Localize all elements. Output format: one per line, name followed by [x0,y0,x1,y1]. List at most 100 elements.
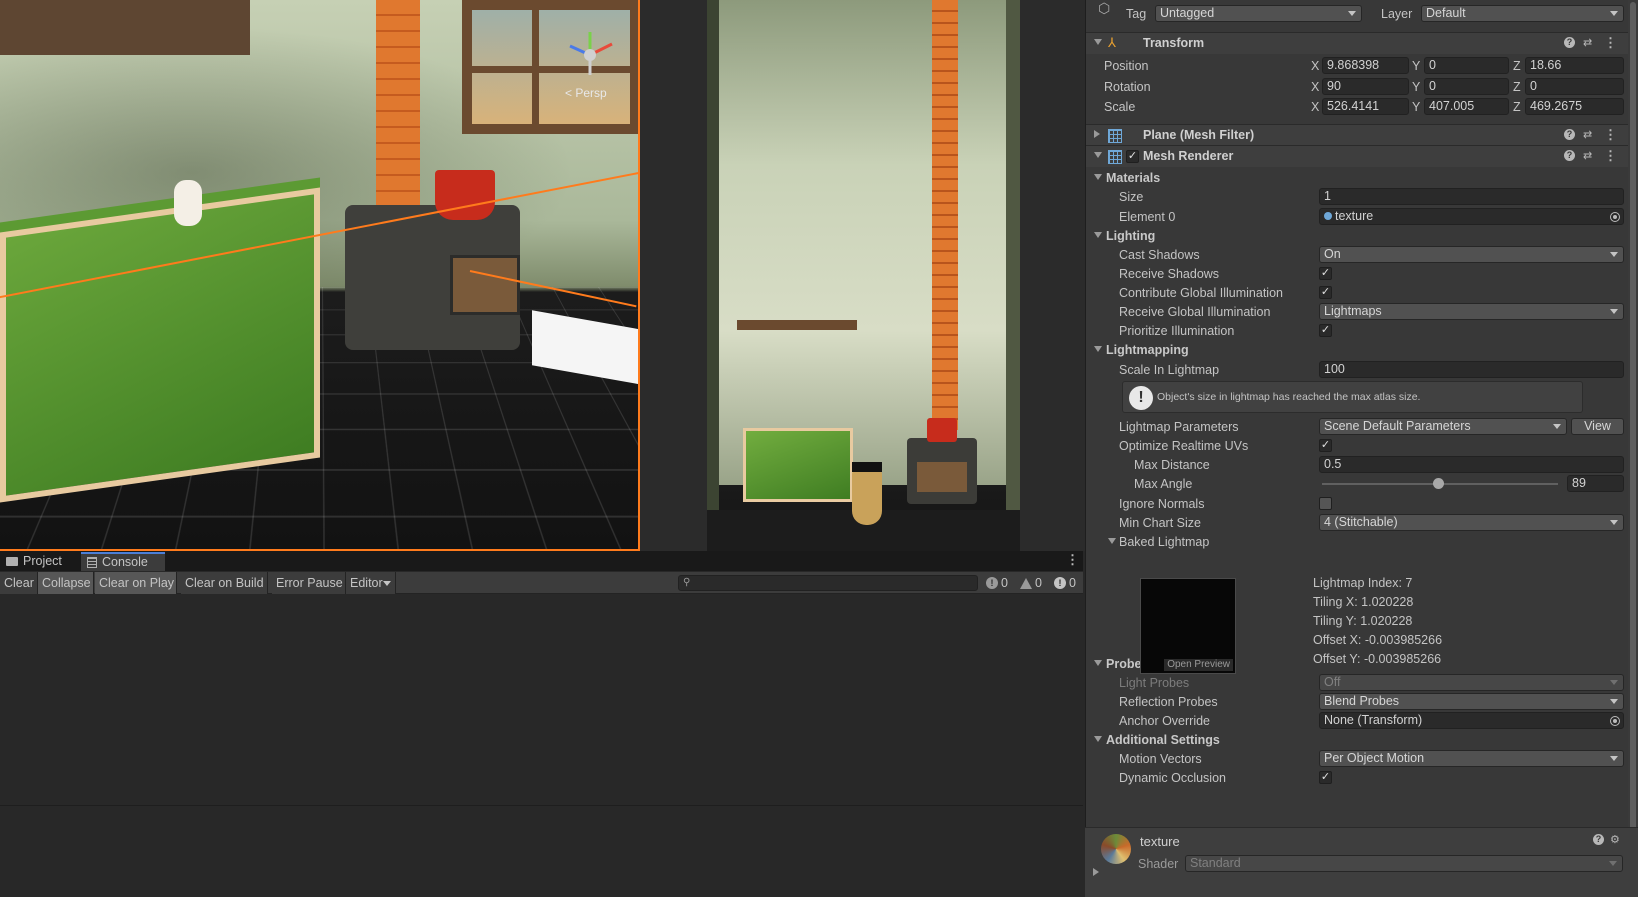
clear-on-play-toggle[interactable]: Clear on Play [95,572,177,594]
info-count-toggle[interactable]: ! 0 [986,572,1008,594]
slider-thumb[interactable] [1433,478,1444,489]
tab-project[interactable]: Project [0,552,78,571]
foldout-arrow-icon[interactable] [1094,39,1102,45]
mesh-renderer-header[interactable]: ✓ Mesh Renderer ? ⇄ ⋮ [1086,145,1638,167]
reflection-probes-dropdown[interactable]: Blend Probes [1319,693,1624,710]
additional-settings-foldout[interactable]: Additional Settings [1086,730,1638,750]
cast-shadows-dropdown[interactable]: On [1319,246,1624,263]
console-detail-area[interactable] [0,806,1083,897]
axis-y-label[interactable]: Y [1412,77,1420,97]
clear-button[interactable]: Clear [0,572,38,594]
baked-lightmap-foldout[interactable]: Baked Lightmap [1086,532,1638,552]
scale-in-lightmap-field[interactable]: 100 [1319,361,1624,378]
console-search-input[interactable] [695,576,975,590]
lighting-foldout[interactable]: Lighting [1086,226,1638,246]
axis-y-label[interactable]: Y [1412,56,1420,76]
foldout-arrow-icon[interactable] [1094,130,1100,138]
position-z-field[interactable]: 18.66 [1525,57,1624,74]
clear-on-build-toggle[interactable]: Clear on Build [181,572,268,594]
lightmap-parameters-view-button[interactable]: View [1571,418,1624,435]
contribute-gi-checkbox[interactable]: ✓ [1319,286,1332,299]
rotation-y-field[interactable]: 0 [1424,78,1509,95]
material-header[interactable]: texture Shader Standard ? ⚙ [1085,827,1638,897]
axis-x-label[interactable]: X [1311,77,1319,97]
console-log-area[interactable] [0,595,1083,805]
help-icon[interactable]: ? [1593,834,1604,845]
axis-z-label[interactable]: Z [1513,77,1521,97]
error-count-toggle[interactable]: ! 0 [1054,572,1076,594]
axis-y-label[interactable]: Y [1412,97,1420,117]
element0-object-field[interactable]: texture [1319,208,1624,225]
panel-menu-icon[interactable]: ⋮ [1066,552,1079,568]
motion-vectors-dropdown[interactable]: Per Object Motion [1319,750,1624,767]
scale-y-field[interactable]: 407.005 [1424,98,1509,115]
foldout-arrow-icon[interactable] [1094,174,1102,180]
game-view[interactable] [707,0,1020,551]
component-menu-icon[interactable]: ⋮ [1604,148,1617,164]
min-chart-size-dropdown[interactable]: 4 (Stitchable) [1319,514,1624,531]
axis-x-label[interactable]: X [1311,56,1319,76]
help-icon[interactable]: ? [1564,37,1575,48]
console-search-field[interactable]: ⚲ [678,575,978,591]
max-angle-field[interactable]: 89 [1567,475,1624,492]
warning-count-toggle[interactable]: 0 [1020,572,1042,594]
scene-view[interactable]: < Persp [0,0,640,551]
scrollbar-thumb[interactable] [1630,2,1636,842]
baked-lightmap-preview[interactable]: Open Preview [1140,578,1236,674]
inspector-scrollbar[interactable] [1628,0,1638,897]
anchor-override-field[interactable]: None (Transform) [1319,712,1624,729]
axis-x-label[interactable]: X [1311,97,1319,117]
foldout-arrow-icon[interactable] [1108,538,1116,544]
receive-gi-dropdown[interactable]: Lightmaps [1319,303,1624,320]
axis-z-label[interactable]: Z [1513,97,1521,117]
position-y-field[interactable]: 0 [1424,57,1509,74]
camera-mode-label[interactable]: < Persp [565,86,607,100]
prioritize-illumination-checkbox[interactable]: ✓ [1319,324,1332,337]
optimize-realtime-uvs-checkbox[interactable]: ✓ [1319,439,1332,452]
foldout-arrow-icon[interactable] [1093,868,1099,876]
tag-dropdown[interactable]: Untagged [1155,5,1362,22]
position-x-field[interactable]: 9.868398 [1322,57,1409,74]
preset-icon[interactable]: ⇄ [1583,149,1592,162]
component-menu-icon[interactable]: ⋮ [1604,35,1617,51]
editor-dropdown[interactable]: Editor [346,572,396,594]
component-menu-icon[interactable]: ⋮ [1604,127,1617,143]
mesh-filter-header[interactable]: Plane (Mesh Filter) ? ⇄ ⋮ [1086,124,1638,146]
materials-foldout[interactable]: Materials [1086,168,1638,188]
preset-icon[interactable]: ⇄ [1583,36,1592,49]
max-distance-field[interactable]: 0.5 [1319,456,1624,473]
object-picker-icon[interactable] [1610,716,1620,726]
help-icon[interactable]: ? [1564,129,1575,140]
ignore-normals-checkbox[interactable] [1319,497,1332,510]
scene-shelf [0,0,250,55]
materials-size-field[interactable]: 1 [1319,188,1624,205]
lightmapping-foldout[interactable]: Lightmapping [1086,340,1638,360]
object-picker-icon[interactable] [1610,212,1620,222]
foldout-arrow-icon[interactable] [1094,232,1102,238]
open-preview-button[interactable]: Open Preview [1164,659,1233,671]
rotation-z-field[interactable]: 0 [1525,78,1624,95]
error-pause-toggle[interactable]: Error Pause [272,572,346,594]
preset-icon[interactable]: ⇄ [1583,128,1592,141]
rotation-x-field[interactable]: 90 [1322,78,1409,95]
foldout-arrow-icon[interactable] [1094,346,1102,352]
scale-x-field[interactable]: 526.4141 [1322,98,1409,115]
max-angle-slider[interactable] [1322,474,1558,494]
scale-z-field[interactable]: 469.2675 [1525,98,1624,115]
axis-z-label[interactable]: Z [1513,56,1521,76]
dynamic-occlusion-checkbox[interactable]: ✓ [1319,771,1332,784]
receive-shadows-checkbox[interactable]: ✓ [1319,267,1332,280]
foldout-arrow-icon[interactable] [1094,152,1102,158]
foldout-arrow-icon[interactable] [1094,660,1102,666]
help-icon[interactable]: ? [1564,150,1575,161]
shader-dropdown[interactable]: Standard [1185,855,1623,872]
mesh-renderer-enabled-checkbox[interactable]: ✓ [1126,150,1139,163]
lightmap-parameters-dropdown[interactable]: Scene Default Parameters [1319,418,1567,435]
foldout-arrow-icon[interactable] [1094,736,1102,742]
tab-console[interactable]: Console [81,552,165,571]
orientation-gizmo-icon[interactable] [560,30,620,80]
layer-dropdown[interactable]: Default [1421,5,1624,22]
transform-header[interactable]: ⅄ Transform ? ⇄ ⋮ [1086,32,1638,54]
collapse-toggle[interactable]: Collapse [38,572,94,594]
settings-gear-icon[interactable]: ⚙ [1610,833,1620,846]
